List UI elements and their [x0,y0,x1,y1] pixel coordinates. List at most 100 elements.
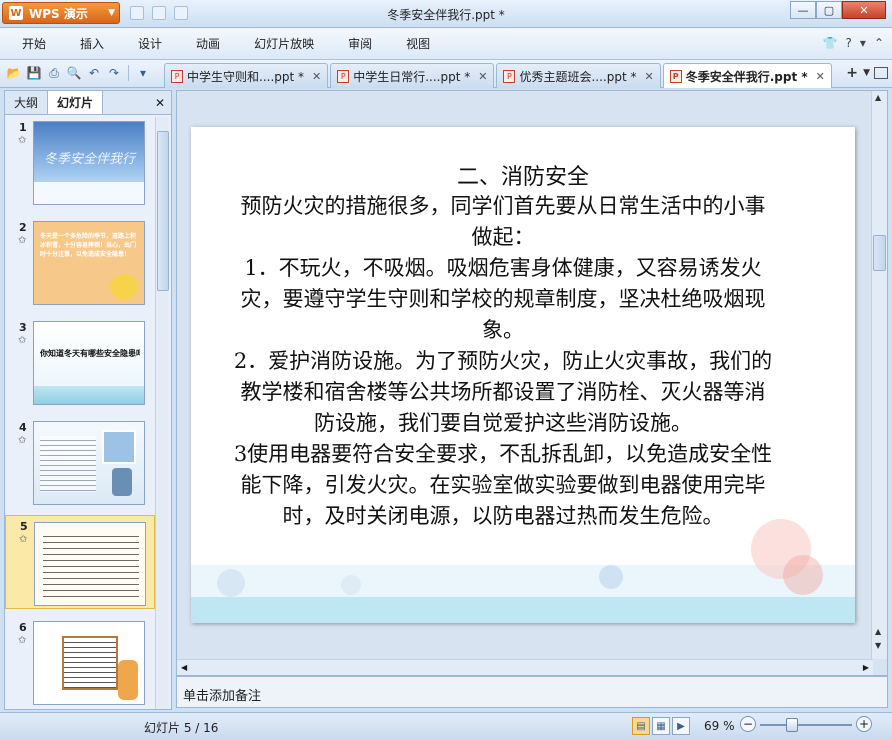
close-icon[interactable]: ✕ [312,70,321,83]
restore-tabs-icon[interactable] [874,67,888,79]
snow-ground [34,182,144,204]
slide-paragraph: 预防火灾的措施很多，同学们首先要从日常生活中的小事做起： [240,194,766,249]
ppt-file-icon: P [171,69,183,83]
doc-tab-label: 中学生守则和....ppt * [187,69,305,84]
scroll-up-icon[interactable]: ▲ [875,627,881,636]
thumbnail-image [33,421,145,505]
slide-thumbnail-3[interactable]: 3 ✩ 你知道冬天有哪些安全隐患吗？ [5,317,155,407]
slide-thumbnail-5-selected[interactable]: 5 ✩ [5,515,155,609]
window-controls: — ▢ ✕ [790,1,886,19]
tab-slides[interactable]: 幻灯片 [47,90,104,114]
animation-star-icon: ✩ [18,635,27,646]
zoom-in-icon[interactable]: + [856,716,872,732]
student-figure [112,468,132,496]
slideshow-play-icon[interactable]: ▶ [672,717,690,735]
help-icon[interactable]: ? [846,36,852,50]
doc-tab-label: 中学生日常行....ppt * [353,69,471,84]
slide-paragraph: 2．爱护消防设施。为了预防火灾，防止火灾事故，我们的教学楼和宿舍楼等公共场所都设… [233,349,773,435]
doc-tab[interactable]: P 优秀主题班会....ppt * ✕ [496,63,661,88]
normal-view-icon[interactable]: ▤ [632,717,650,735]
doc-tab-active[interactable]: P 冬季安全伴我行.ppt * ✕ [662,63,832,88]
tab-list-icon[interactable]: ▼ [863,68,870,78]
animation-star-icon: ✩ [18,235,27,246]
quick-access-toolbar: 📂 💾 ⎙ 🔍 ↶ ↷ ▾ [6,65,151,81]
doc-tab-label: 优秀主题班会....ppt * [519,69,637,84]
editor-vertical-scrollbar[interactable]: ▲ ▲ ▼ [871,91,887,659]
menu-item-animation[interactable]: 动画 [196,35,220,52]
close-icon[interactable]: ✕ [816,70,825,83]
divider [128,65,129,81]
scroll-up-icon[interactable]: ▲ [875,93,881,102]
slide-thumbnail-6[interactable]: 6 ✩ [5,617,155,707]
chevron-down-icon[interactable]: ▾ [860,36,866,50]
animation-star-icon: ✩ [18,335,27,346]
current-slide[interactable]: 二、消防安全 预防火灾的措施很多，同学们首先要从日常生活中的小事做起： 1．不玩… [191,127,855,623]
thumbnail-list: 1 ✩ 冬季安全伴我行 2 ✩ 冬天是一个多危险的季节，道路上积冰积雪，十分容易… [5,117,155,709]
chevron-up-icon[interactable]: ⌃ [874,36,884,50]
slide-title: 二、消防安全 [456,165,589,190]
slide-number: 3 [19,321,27,334]
title-bar: W WPS 演示 ▼ 冬季安全伴我行.ppt * — ▢ ✕ [0,0,892,28]
slide-number: 2 [19,221,27,234]
slide-thumbnail-2[interactable]: 2 ✩ 冬天是一个多危险的季节，道路上积冰积雪，十分容易摔倒！当心，出门时十分注… [5,217,155,307]
menu-item-view[interactable]: 视图 [406,35,430,52]
notes-placeholder: 单击添加备注 [183,689,262,704]
redo-icon[interactable]: ↷ [106,65,122,81]
girl-figure [118,660,138,700]
zoom-slider-handle[interactable] [786,718,799,732]
doc-tab[interactable]: P 中学生日常行....ppt * ✕ [330,63,495,88]
tab-outline[interactable]: 大纲 [5,91,47,114]
minimize-button[interactable]: — [790,1,816,19]
slide-paragraph: 1．不玩火，不吸烟。吸烟危害身体健康，又容易诱发火灾，要遵守学生守则和学校的规章… [240,256,766,342]
slide-thumbnail-4[interactable]: 4 ✩ [5,417,155,507]
doc-tab[interactable]: P 中学生守则和....ppt * ✕ [164,63,329,88]
menu-item-start[interactable]: 开始 [22,35,46,52]
thumbnail-scrollbar[interactable] [155,117,169,709]
slide-paragraph: 3使用电器要符合安全要求，不乱拆乱卸，以免造成安全性能下降，引发火灾。在实验室做… [233,442,773,528]
toolbar: 📂 💾 ⎙ 🔍 ↶ ↷ ▾ P 中学生守则和....ppt * ✕ P 中学生日… [0,60,892,88]
print-icon[interactable]: ⎙ [46,65,62,81]
thumbnail-image [33,621,145,705]
close-button[interactable]: ✕ [842,1,886,19]
editor-horizontal-scrollbar[interactable]: ◀ ▶ [177,659,873,675]
document-tabs: P 中学生守则和....ppt * ✕ P 中学生日常行....ppt * ✕ … [164,63,834,88]
menu-item-insert[interactable]: 插入 [80,35,104,52]
zoom-out-icon[interactable]: − [740,716,756,732]
undo-icon[interactable]: ↶ [86,65,102,81]
status-bar: 幻灯片 5 / 16 ▤ ▦ ▶ 69 % − + [0,712,892,740]
thumbnail-caption: 冬季安全伴我行 [44,152,136,167]
winter-scene [34,386,144,404]
menu-item-slideshow[interactable]: 幻灯片放映 [254,35,314,52]
slide-number: 4 [19,421,27,434]
ppt-file-icon: P [503,69,516,83]
notes-pane[interactable]: 单击添加备注 [176,676,888,708]
menu-item-design[interactable]: 设计 [138,35,162,52]
menu-item-review[interactable]: 审阅 [348,35,372,52]
slide-number: 5 [20,520,28,533]
customize-toolbar-icon[interactable]: ▾ [135,65,151,81]
zoom-slider-track[interactable] [760,724,852,726]
slide-sorter-icon[interactable]: ▦ [652,717,670,735]
close-icon[interactable]: ✕ [155,96,165,110]
shirt-icon[interactable]: 👕 [823,36,838,50]
scroll-left-icon[interactable]: ◀ [181,663,187,672]
text-lines [40,436,96,492]
scroll-right-icon[interactable]: ▶ [863,663,869,672]
scrollbar-thumb[interactable] [157,131,169,291]
close-icon[interactable]: ✕ [478,70,487,83]
scrollbar-thumb[interactable] [873,235,886,271]
slide-number: 6 [19,621,27,634]
close-icon[interactable]: ✕ [644,70,653,83]
print-preview-icon[interactable]: 🔍 [66,65,82,81]
pooh-figure [110,274,138,300]
thumbnail-image [34,522,146,606]
save-icon[interactable]: 💾 [26,65,42,81]
maximize-button[interactable]: ▢ [816,1,842,19]
thumbnail-caption: 你知道冬天有哪些安全隐患吗？ [40,349,140,358]
scroll-down-icon[interactable]: ▼ [875,641,881,650]
open-folder-icon[interactable]: 📂 [6,65,22,81]
new-tab-icon[interactable]: + [846,65,858,81]
slide-thumbnail-1[interactable]: 1 ✩ 冬季安全伴我行 [5,117,155,207]
view-switcher: ▤ ▦ ▶ [632,717,690,735]
animation-star-icon: ✩ [18,135,27,146]
